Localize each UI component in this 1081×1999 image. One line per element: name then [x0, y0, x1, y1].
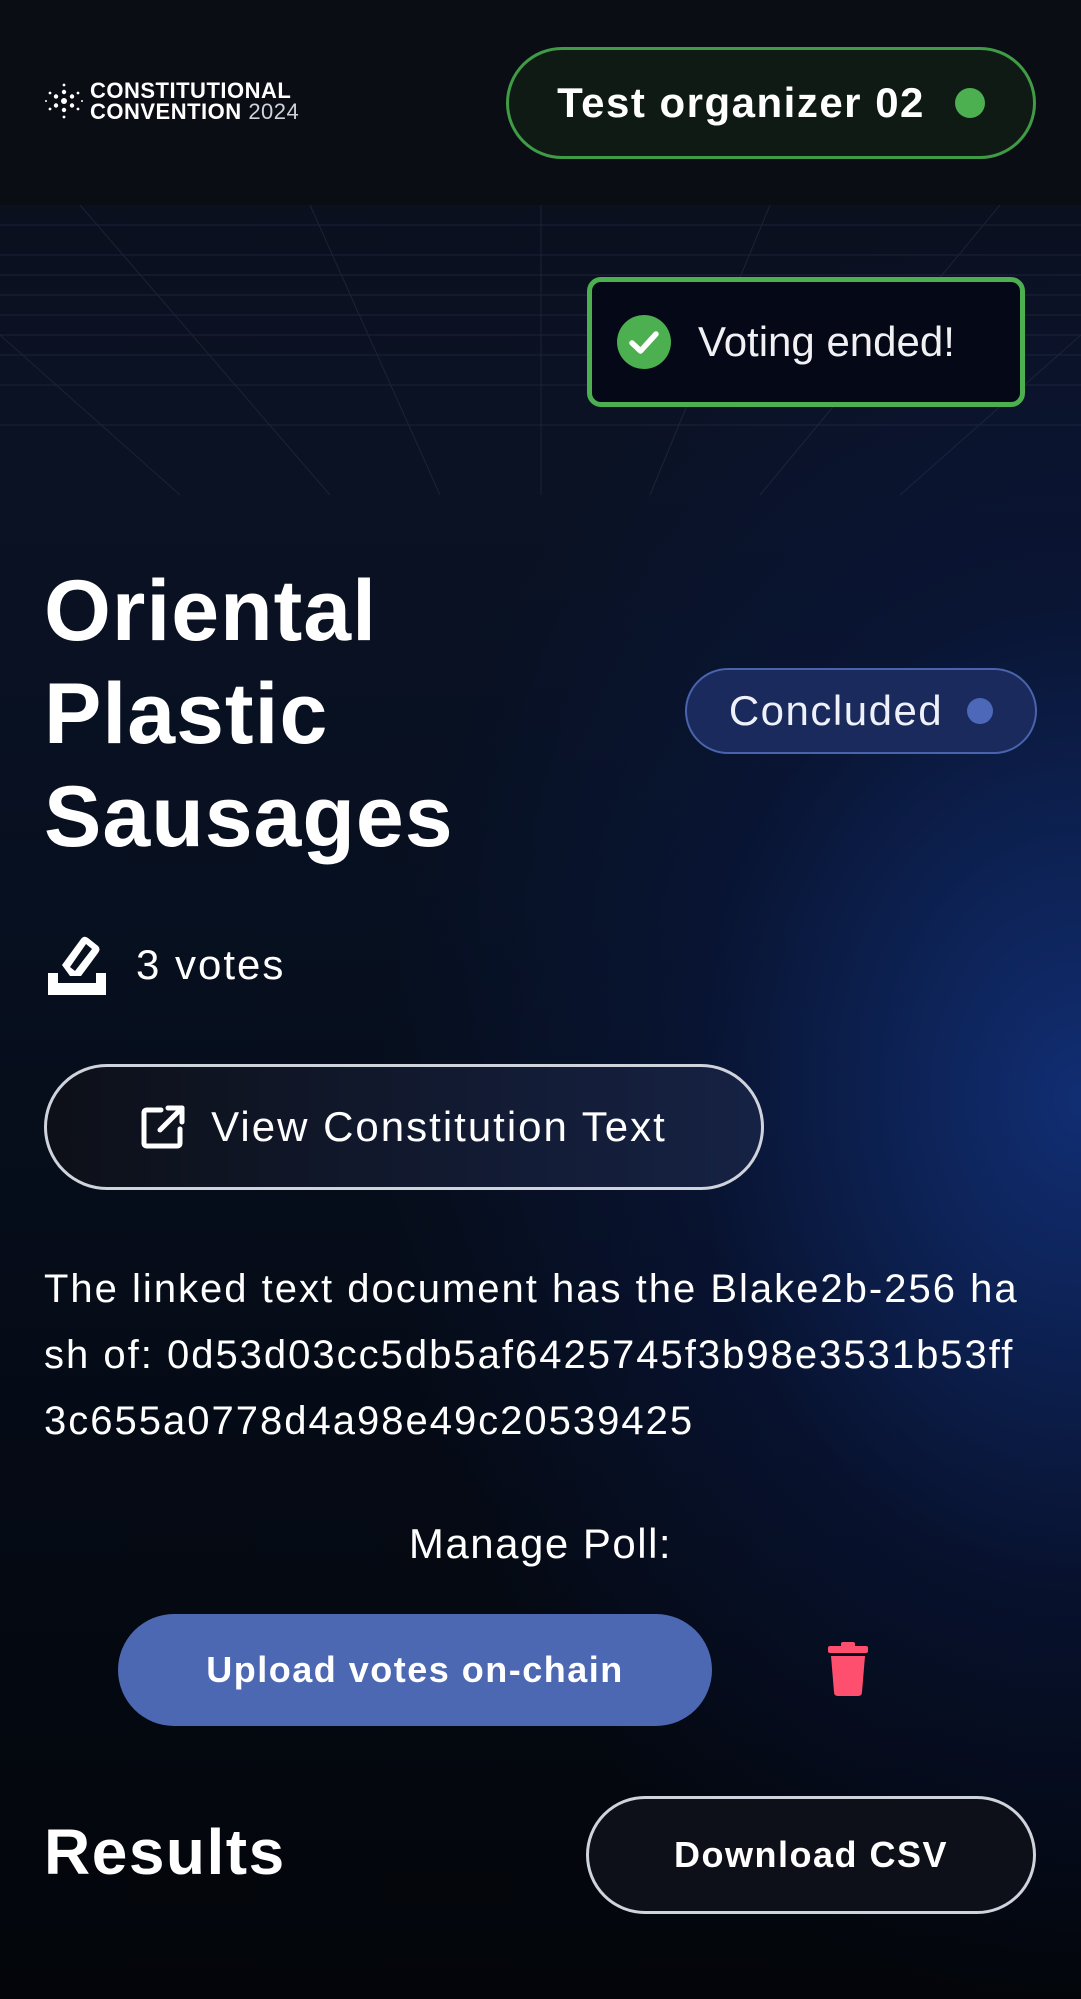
- trash-icon[interactable]: [826, 1642, 870, 1696]
- upload-votes-label: Upload votes on-chain: [206, 1649, 624, 1690]
- logo[interactable]: CONSTITUTIONAL CONVENTION 2024: [44, 78, 300, 124]
- logo-text: CONSTITUTIONAL CONVENTION 2024: [90, 78, 300, 124]
- vote-count-text: 3 votes: [136, 941, 286, 988]
- logo-line2: CONVENTION: [90, 99, 242, 124]
- hash-text: The linked text document has the Blake2b…: [44, 1267, 1019, 1443]
- download-csv-label: Download CSV: [673, 1834, 948, 1875]
- user-name: Test organizer 02: [557, 79, 925, 126]
- results-heading: Results: [44, 1816, 286, 1888]
- external-link-icon: [141, 1105, 185, 1149]
- logo-line2-row: CONVENTION 2024: [90, 99, 300, 124]
- toast-message: Voting ended!: [698, 318, 955, 365]
- poll-title: Oriental Plastic Sausages: [44, 563, 454, 865]
- logo-line1: CONSTITUTIONAL: [90, 78, 292, 103]
- vote-count: 3 votes: [48, 935, 285, 995]
- download-csv-button[interactable]: Download CSV: [586, 1796, 1036, 1914]
- cardano-logo-icon: [45, 83, 83, 119]
- upload-votes-button[interactable]: Upload votes on-chain: [118, 1614, 712, 1726]
- user-account-button[interactable]: Test organizer 02: [506, 47, 1036, 159]
- user-status-dot: [954, 88, 985, 118]
- toast-notification: Voting ended!: [587, 277, 1025, 407]
- manage-poll-label: Manage Poll:: [408, 1520, 673, 1567]
- view-constitution-label: View Constitution Text: [211, 1103, 667, 1150]
- status-dot: [967, 698, 994, 724]
- logo-year: 2024: [248, 99, 300, 124]
- status-label: Concluded: [728, 687, 944, 734]
- check-circle-icon: [617, 315, 671, 369]
- status-badge: Concluded: [685, 668, 1037, 754]
- view-constitution-button[interactable]: View Constitution Text: [44, 1064, 764, 1190]
- ballot-box-icon: [48, 936, 106, 995]
